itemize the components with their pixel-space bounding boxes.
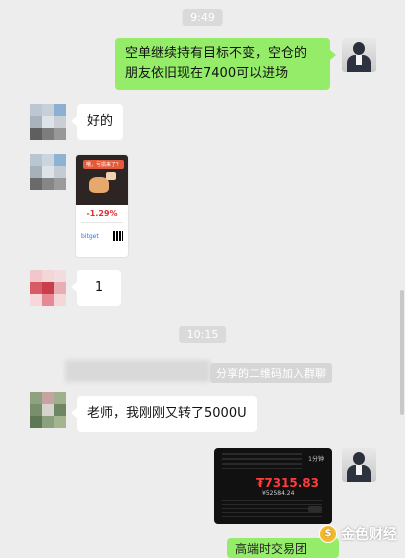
avatar-shirt <box>356 55 362 65</box>
card-value: -1.29% <box>86 209 118 218</box>
screenshot-sub-price: ¥52584.24 <box>262 490 295 497</box>
screenshot-price: ₮7315.83 <box>256 476 320 490</box>
screenshot-toggle <box>308 506 322 512</box>
scrollbar[interactable] <box>400 290 404 415</box>
card-footer: bitget <box>76 227 128 245</box>
timestamp-1: 9:49 <box>182 9 223 26</box>
system-notice-blurred-name <box>65 360 210 382</box>
avatar-head <box>353 42 365 55</box>
avatar-contact-4[interactable] <box>30 392 66 428</box>
card-top-tag: 哦，亏损来了？ <box>83 160 125 169</box>
avatar-self-2[interactable] <box>342 448 376 482</box>
avatar-shirt-2 <box>356 465 362 475</box>
avatar-contact-2[interactable] <box>30 154 66 190</box>
watermark-text: 金色财经 <box>341 527 397 543</box>
system-notice: 分享的二维码加入群聊 <box>210 363 332 383</box>
card-cartoon-sign <box>106 172 116 180</box>
avatar-head-2 <box>353 452 365 465</box>
qr-icon <box>113 231 123 241</box>
message-bubble-incoming-3[interactable]: 老师，我刚刚又转了5000U <box>71 396 257 432</box>
coin-icon: $ <box>319 525 337 543</box>
watermark: $ 金色财经 <box>319 524 397 544</box>
card-image-top: 哦，亏损来了？ <box>76 155 128 205</box>
avatar-self[interactable] <box>342 38 376 72</box>
trading-screenshot[interactable]: 1分钟 ₮7315.83 ¥52584.24 <box>214 448 332 524</box>
screenshot-orderbook <box>222 453 302 469</box>
message-bubble-outgoing-1[interactable]: 空单继续持有目标不变，空仓的 朋友依旧现在7400可以进场 <box>115 38 336 90</box>
image-message-card[interactable]: 哦，亏损来了？ -1.29% bitget <box>75 154 129 258</box>
avatar-contact-1[interactable] <box>30 104 66 140</box>
message-bubble-incoming-2[interactable]: 1 <box>71 270 121 306</box>
card-divider <box>81 222 123 223</box>
screenshot-period-tag: 1分钟 <box>308 456 324 463</box>
message-bubble-incoming-1[interactable]: 好的 <box>70 104 124 140</box>
avatar-contact-3[interactable] <box>30 270 66 306</box>
card-footer-brand: bitget <box>81 232 99 240</box>
timestamp-2: 10:15 <box>178 326 227 343</box>
screenshot-table <box>222 500 322 520</box>
